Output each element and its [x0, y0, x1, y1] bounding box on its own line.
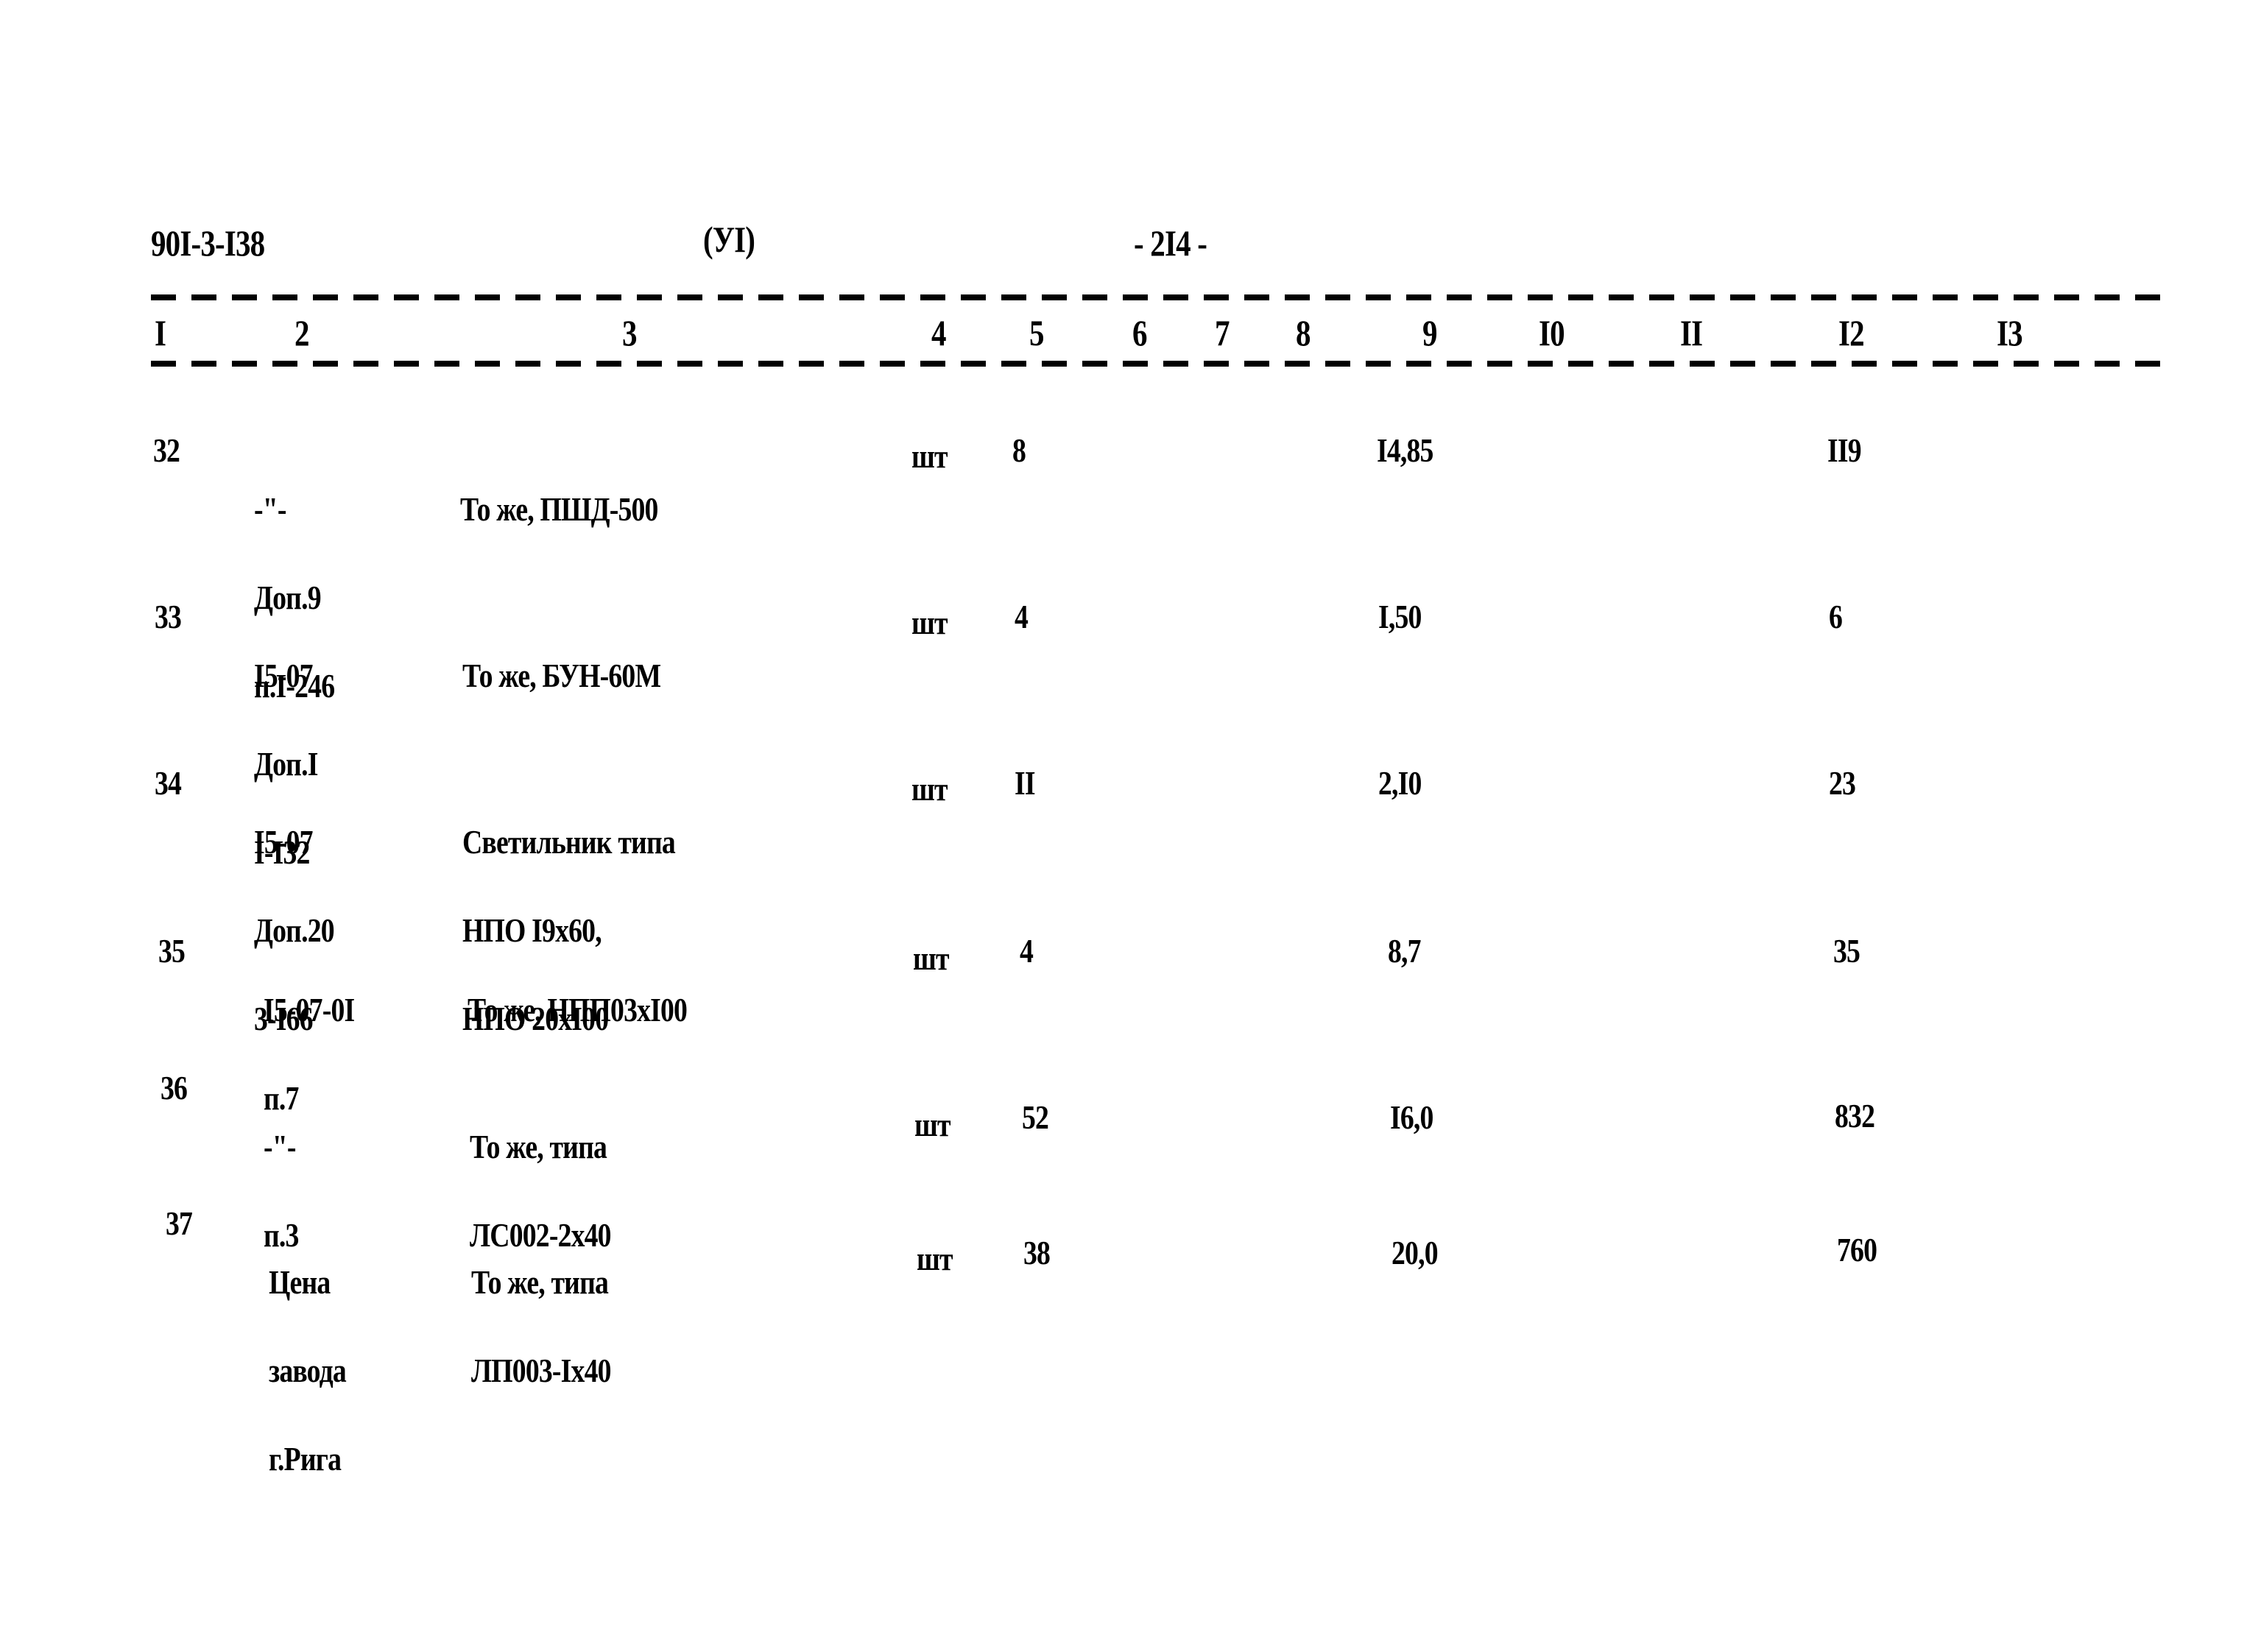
unit-price: 2,I0 — [1378, 764, 1422, 802]
unit: шт — [911, 437, 948, 475]
document-code: 90I-3-I38 — [151, 222, 265, 264]
reference-line: завода — [269, 1352, 347, 1389]
item-name-line: То же, НПП03хI00 — [468, 991, 688, 1028]
column-header: 9 — [1422, 312, 1438, 353]
total-cost: 6 — [1829, 598, 1843, 635]
unit-price: I4,85 — [1377, 431, 1433, 469]
unit: шт — [911, 604, 948, 641]
row-number: 33 — [155, 598, 182, 635]
total-cost: 35 — [1833, 932, 1860, 970]
unit-price: I,50 — [1378, 598, 1422, 635]
item-name-line: То же, БУН-60М — [462, 657, 661, 694]
row-number: 32 — [153, 431, 180, 469]
unit: шт — [917, 1240, 953, 1277]
quantity: II — [1015, 764, 1036, 802]
unit-price: 8,7 — [1388, 932, 1422, 970]
header-top-divider — [151, 294, 2162, 300]
reference-line: г.Рига — [269, 1440, 342, 1478]
row-number: 35 — [158, 932, 186, 970]
row-number: 37 — [166, 1204, 193, 1242]
reference-line: I5-07-0I — [264, 991, 355, 1028]
section-number: (УI) — [703, 219, 755, 260]
column-header: 6 — [1132, 312, 1148, 353]
column-header: 5 — [1029, 312, 1045, 353]
item-name: То же, НПП03хI00 — [468, 936, 688, 1084]
unit: шт — [911, 770, 948, 808]
item-name: То же, типа ЛП003-Iх40 — [471, 1209, 611, 1444]
column-header: I3 — [1997, 312, 2023, 353]
quantity: 8 — [1012, 431, 1026, 469]
column-header: 8 — [1296, 312, 1311, 353]
reference-line: I5-07 — [254, 823, 314, 861]
column-header: I2 — [1838, 312, 1865, 353]
quantity: 4 — [1015, 598, 1029, 635]
row-number: 36 — [161, 1069, 188, 1106]
total-cost: II9 — [1827, 431, 1862, 469]
item-name-line: То же, типа — [470, 1128, 607, 1165]
row-number: 34 — [155, 764, 182, 802]
unit: шт — [913, 939, 950, 977]
column-header: II — [1680, 312, 1703, 353]
page-number: - 2I4 - — [1134, 222, 1207, 264]
column-header: I — [155, 312, 166, 353]
column-header: 2 — [294, 312, 309, 353]
item-name-line: ЛП003-Iх40 — [471, 1352, 611, 1389]
reference-line: -"- — [264, 1128, 296, 1165]
reference: Цена завода г.Рига — [269, 1209, 347, 1533]
item-name: То же, ПШД-500 — [460, 436, 658, 583]
unit: шт — [914, 1106, 951, 1143]
total-cost: 23 — [1829, 764, 1856, 802]
column-header: 7 — [1215, 312, 1230, 353]
item-name: То же, БУН-60М — [462, 602, 661, 749]
column-header: I0 — [1539, 312, 1565, 353]
reference-line: -"- — [254, 490, 286, 528]
item-name-line: То же, ПШД-500 — [460, 490, 658, 528]
reference-line: I5-07 — [254, 657, 314, 694]
item-name-line: То же, типа — [471, 1263, 609, 1301]
total-cost: 760 — [1837, 1231, 1877, 1268]
column-header: 3 — [622, 312, 637, 353]
total-cost: 832 — [1835, 1097, 1875, 1134]
item-name-line: Светильник типа — [462, 823, 676, 861]
quantity: 52 — [1022, 1098, 1049, 1136]
unit-price: I6,0 — [1390, 1098, 1433, 1136]
column-header: 4 — [931, 312, 947, 353]
header-bottom-divider — [151, 361, 2162, 367]
reference-line: Цена — [269, 1263, 331, 1301]
quantity: 4 — [1020, 932, 1034, 970]
quantity: 38 — [1023, 1234, 1051, 1271]
unit-price: 20,0 — [1391, 1234, 1439, 1271]
